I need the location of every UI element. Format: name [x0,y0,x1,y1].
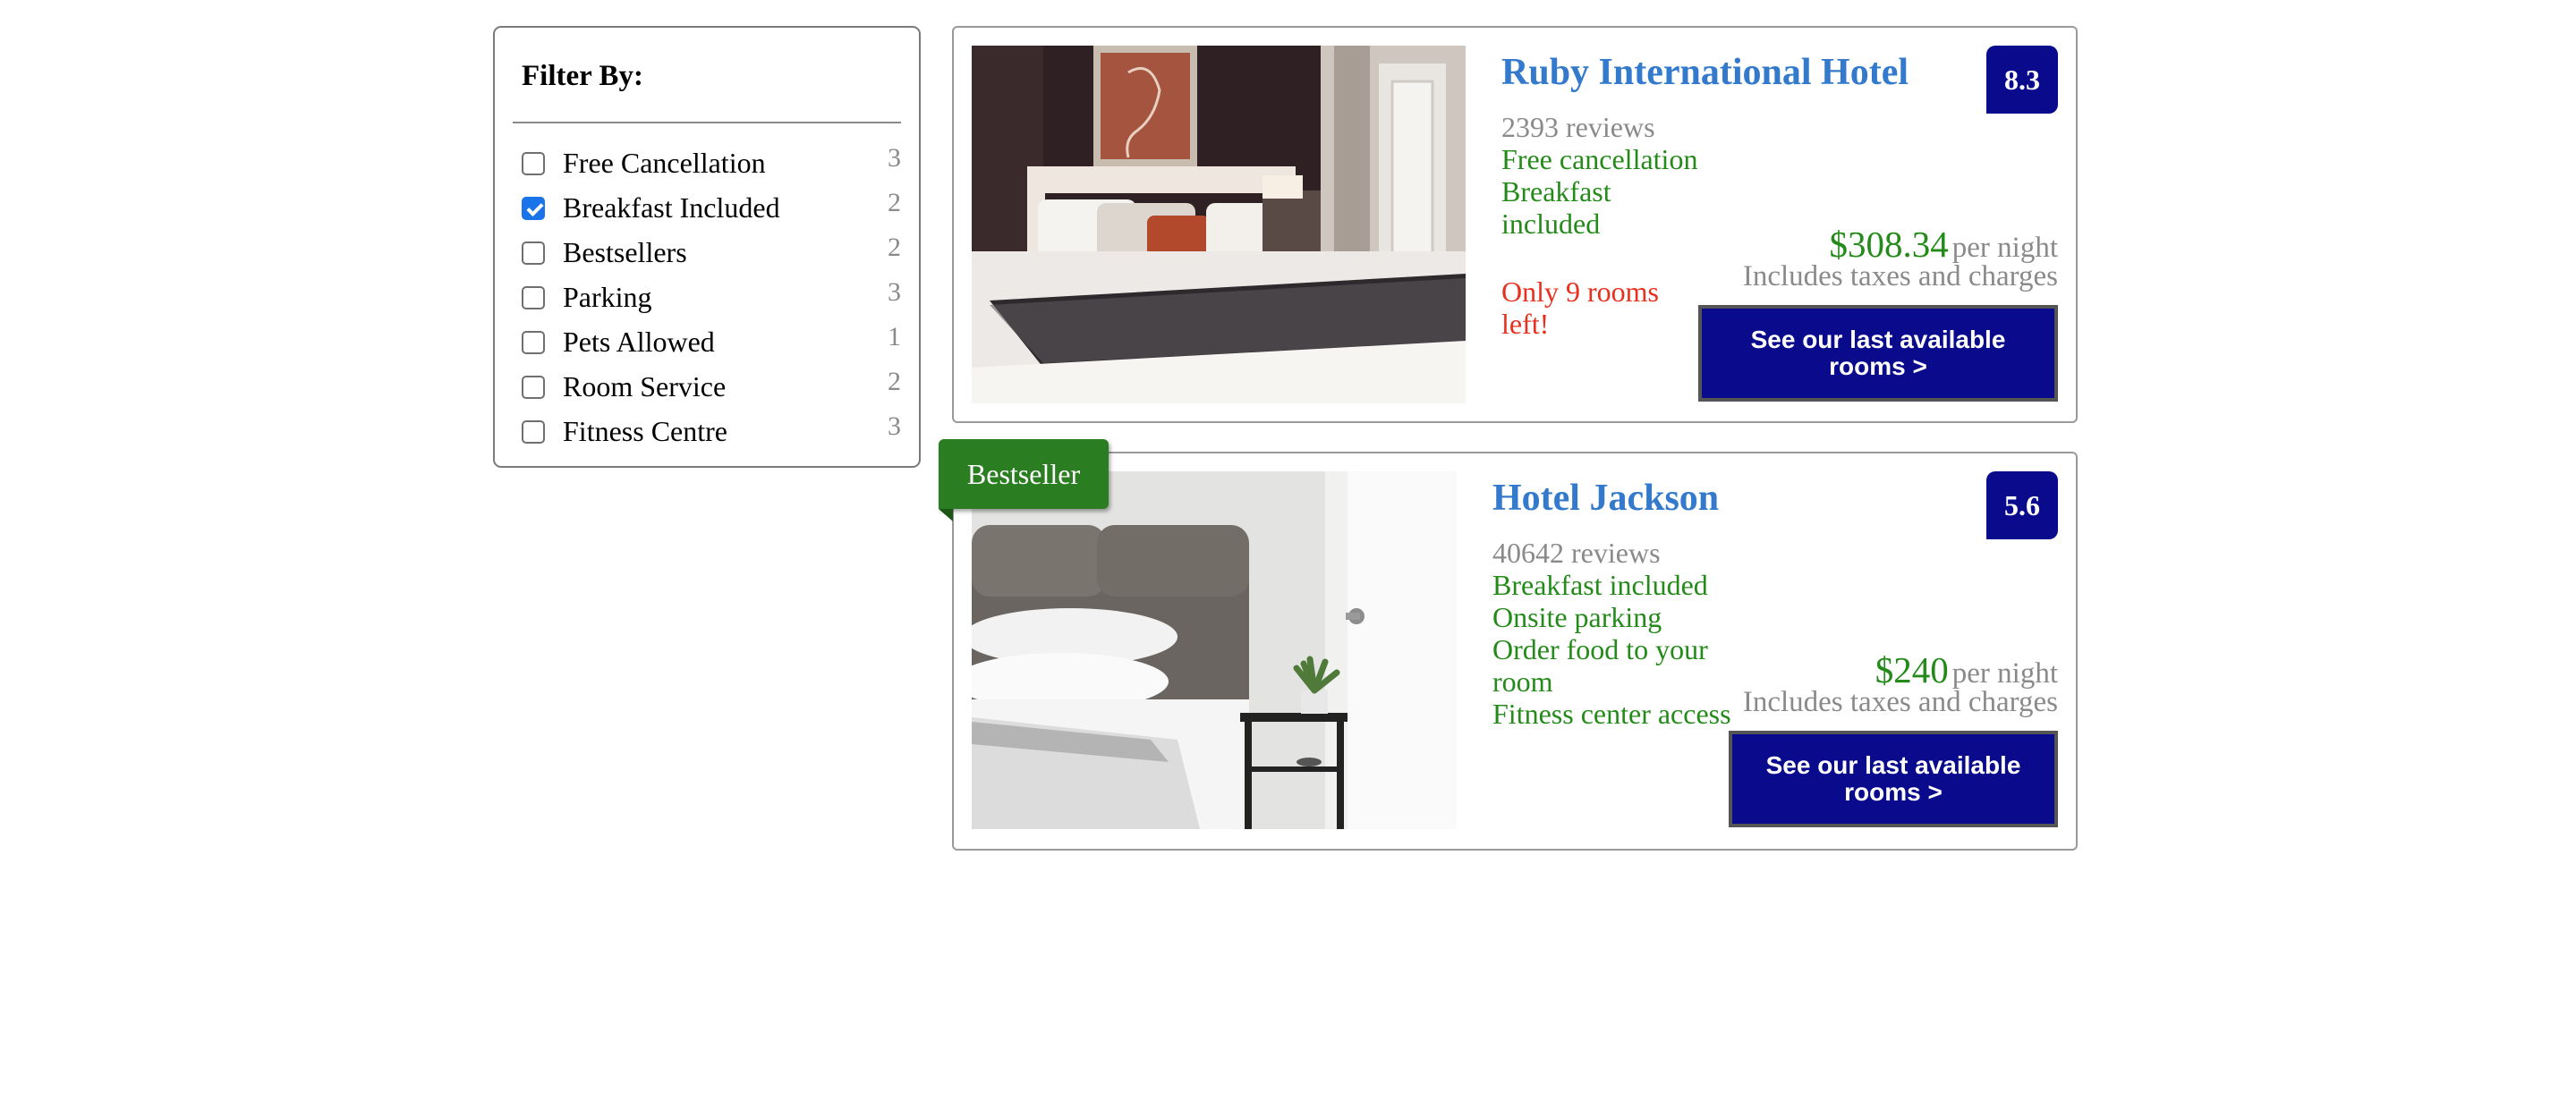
filter-option-fitness-centre[interactable]: Fitness Centre 3 [522,411,901,458]
filter-option-label: Bestsellers [563,236,687,268]
price-unit: per night [1951,232,2058,264]
rooms-left-notice: Only 9 rooms left! [1501,275,1659,340]
taxes-note: Includes taxes and charges [1742,260,2058,292]
filter-panel: Filter By: Free Cancellation 3 Breakfast… [493,26,921,468]
hotel-name-link[interactable]: Ruby International Hotel [1501,51,1909,94]
hotel-card-ruby-international: Ruby International Hotel 8.3 2393 review… [952,26,2078,423]
filter-option-count: 1 [888,322,901,351]
filter-option-pets-allowed[interactable]: Pets Allowed 1 [522,322,901,368]
room-service-checkbox[interactable] [522,376,545,399]
filter-option-parking[interactable]: Parking 3 [522,277,901,324]
taxes-note: Includes taxes and charges [1742,686,2058,718]
bedroom-photo-image [972,46,1466,403]
filter-option-count: 3 [888,411,901,441]
price-unit: per night [1951,657,2058,690]
hotel-photo[interactable] [972,471,1457,829]
feature-fitness-center: Fitness center access [1492,698,1731,730]
filter-option-count: 3 [888,277,901,307]
price-amount: $240 [1875,649,1949,690]
filter-option-label: Parking [563,281,652,313]
filter-option-room-service[interactable]: Room Service 2 [522,367,901,413]
see-rooms-button[interactable]: See our last available rooms > [1698,305,2058,402]
review-score-badge: 5.6 [1986,471,2058,539]
hotel-details: 2393 reviews Free cancellation Breakfast… [1501,111,1698,340]
filter-option-label: Fitness Centre [563,415,727,447]
filter-option-label: Pets Allowed [563,326,715,358]
pets-allowed-checkbox[interactable] [522,331,545,354]
filter-option-breakfast-included[interactable]: Breakfast Included 2 [522,188,901,234]
breakfast-included-checkbox[interactable] [522,197,545,220]
filter-option-bestsellers[interactable]: Bestsellers 2 [522,233,901,279]
filter-title: Filter By: [522,60,643,92]
filter-option-count: 2 [888,233,901,262]
hotel-name-link[interactable]: Hotel Jackson [1492,477,1719,520]
bestseller-badge: Bestseller [939,439,1109,509]
feature-room-service: Order food to your room [1492,633,1708,698]
filter-option-label: Free Cancellation [563,147,766,179]
filter-option-count: 2 [888,188,901,217]
parking-checkbox[interactable] [522,286,545,309]
hotel-card-jackson: Hotel Jackson 5.6 40642 reviews Breakfas… [952,452,2078,851]
fitness-centre-checkbox[interactable] [522,420,545,444]
bedroom-photo-image [972,471,1457,829]
review-count: 40642 reviews [1492,537,1661,569]
ribbon-fold [939,509,953,521]
filter-divider [513,122,901,123]
price-line: $240 per night [1875,648,2058,691]
feature-onsite-parking: Onsite parking [1492,601,1662,633]
filter-option-free-cancellation[interactable]: Free Cancellation 3 [522,143,901,190]
review-count: 2393 reviews [1501,111,1655,143]
hotel-details: 40642 reviews Breakfast included Onsite … [1492,537,1734,730]
price-amount: $308.34 [1829,224,1949,265]
see-rooms-button[interactable]: See our last available rooms > [1729,731,2058,827]
price-line: $308.34 per night [1830,223,2058,266]
filter-option-count: 3 [888,143,901,173]
feature-breakfast-included: Breakfast included [1492,569,1708,601]
feature-breakfast-included: Breakfast included [1501,175,1611,240]
free-cancellation-checkbox[interactable] [522,152,545,175]
review-score-badge: 8.3 [1986,46,2058,114]
filter-option-count: 2 [888,367,901,396]
feature-free-cancellation: Free cancellation [1501,143,1698,175]
filter-option-label: Room Service [563,370,727,402]
hotel-photo[interactable] [972,46,1466,403]
filter-option-label: Breakfast Included [563,191,780,224]
bestsellers-checkbox[interactable] [522,241,545,265]
